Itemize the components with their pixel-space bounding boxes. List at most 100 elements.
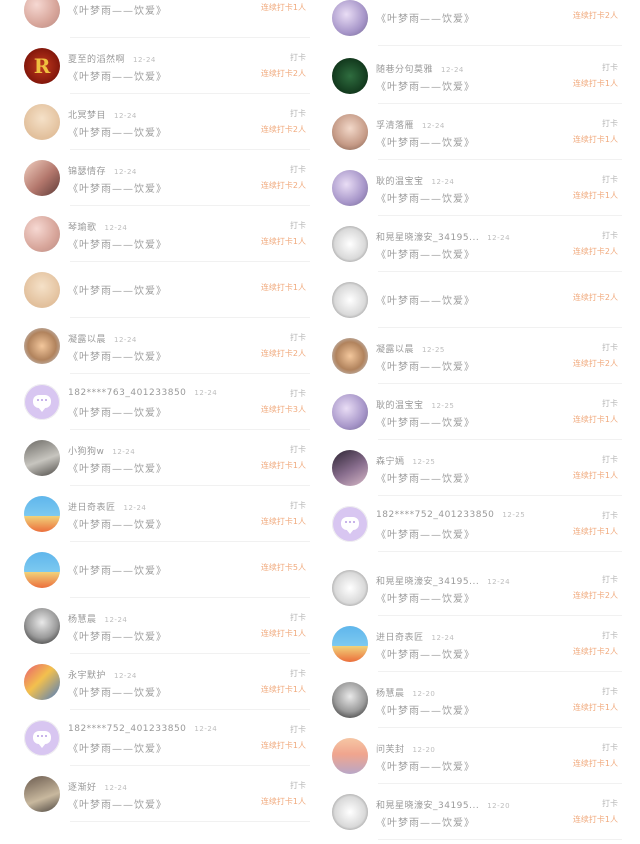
user-name-text: 进日奇表匠 bbox=[68, 503, 116, 513]
checkin-row[interactable]: 和晃星晓濠安_34195... 12-24 打卡 《叶梦雨——饮爱》 连续打卡2人 bbox=[326, 560, 622, 616]
checkin-row[interactable]: 182****763_401233850 12-24 打卡 《叶梦雨——饮爱》 连续打卡… bbox=[18, 374, 310, 430]
chat-bubble-icon[interactable] bbox=[332, 506, 368, 542]
r-logo-icon[interactable]: R bbox=[24, 48, 60, 84]
song-title: 《叶梦雨——饮爱》 bbox=[68, 6, 167, 17]
user-name[interactable]: 森宁嫣 12-25 bbox=[376, 454, 435, 467]
sketch-avatar-icon[interactable] bbox=[332, 794, 368, 830]
user-photo-icon[interactable] bbox=[332, 682, 368, 718]
chat-bubble-icon[interactable] bbox=[24, 720, 60, 756]
streak-count: 连续打卡1人 bbox=[572, 471, 618, 480]
user-photo-icon[interactable] bbox=[24, 776, 60, 812]
sketch-avatar-icon[interactable] bbox=[332, 226, 368, 262]
user-name[interactable]: 和晃星晓濠安_34195... 12-24 bbox=[376, 230, 510, 243]
user-name[interactable]: 随巷分句莫雅 12-24 bbox=[376, 62, 464, 75]
user-name[interactable]: 孚清落雁 12-24 bbox=[376, 118, 445, 131]
check-in-label: 打卡 bbox=[290, 333, 306, 342]
checkin-row[interactable]: 杨慧晨 12-24 打卡 《叶梦雨——饮爱》 连续打卡1人 bbox=[18, 598, 310, 654]
checkin-row[interactable]: 《叶梦雨——饮爱》 连续打卡1人 bbox=[18, 0, 310, 38]
checkin-row[interactable]: 182****752_401233850 12-24 打卡 《叶梦雨——饮爱》 连续打卡… bbox=[18, 710, 310, 766]
user-name[interactable]: 凝露以晨 12-24 bbox=[68, 332, 137, 345]
user-name[interactable]: 和晃星晓濠安_34195... 12-24 bbox=[376, 574, 510, 587]
check-in-label: 打卡 bbox=[290, 445, 306, 454]
song-title: 《叶梦雨——饮爱》 bbox=[68, 352, 167, 363]
sketch-avatar-icon[interactable] bbox=[332, 282, 368, 318]
user-name[interactable]: 夏至的滔然啊 12-24 bbox=[68, 52, 156, 65]
song-title: 《叶梦雨——饮爱》 bbox=[68, 240, 167, 251]
user-name[interactable]: 耿的温宝宝 12-24 bbox=[376, 174, 454, 187]
song-title: 《叶梦雨——饮爱》 bbox=[68, 566, 167, 577]
user-name[interactable]: 182****752_401233850 12-25 bbox=[376, 510, 525, 520]
checkin-row[interactable]: 北冥梦目 12-24 打卡 《叶梦雨——饮爱》 连续打卡2人 bbox=[18, 94, 310, 150]
checkin-date: 12-25 bbox=[422, 346, 445, 354]
checkin-row[interactable]: 耿的温宝宝 12-25 打卡 《叶梦雨——饮爱》 连续打卡1人 bbox=[326, 384, 622, 440]
checkin-row[interactable]: 琴瑜歌 12-24 打卡 《叶梦雨——饮爱》 连续打卡1人 bbox=[18, 206, 310, 262]
checkin-row[interactable]: 《叶梦雨——饮爱》 连续打卡2人 bbox=[326, 272, 622, 328]
checkin-row[interactable]: 182****752_401233850 12-25 打卡 《叶梦雨——饮爱》 连续打卡… bbox=[326, 496, 622, 552]
user-name[interactable]: 永宇默护 12-24 bbox=[68, 668, 137, 681]
user-photo-icon[interactable] bbox=[24, 440, 60, 476]
sunset-avatar-icon[interactable] bbox=[332, 738, 368, 774]
user-photo-icon[interactable] bbox=[24, 0, 60, 28]
chat-bubble-icon[interactable] bbox=[24, 384, 60, 420]
checkin-row[interactable]: 《叶梦雨——饮爱》 连续打卡5人 bbox=[18, 542, 310, 598]
user-name[interactable]: 耿的温宝宝 12-25 bbox=[376, 398, 454, 411]
user-name[interactable]: 进日奇表匠 12-24 bbox=[68, 500, 146, 513]
user-photo-icon[interactable] bbox=[332, 394, 368, 430]
user-name[interactable]: 北冥梦目 12-24 bbox=[68, 108, 137, 121]
streak-count: 连续打卡1人 bbox=[260, 741, 306, 750]
user-name[interactable]: 逐渐好 12-24 bbox=[68, 780, 127, 793]
user-photo-icon[interactable] bbox=[332, 450, 368, 486]
user-photo-icon[interactable] bbox=[332, 0, 368, 36]
user-photo-icon[interactable] bbox=[24, 216, 60, 252]
checkin-row[interactable]: 耿的温宝宝 12-24 打卡 《叶梦雨——饮爱》 连续打卡1人 bbox=[326, 160, 622, 216]
poster-avatar-icon[interactable] bbox=[332, 626, 368, 662]
user-name[interactable]: 小狗狗w 12-24 bbox=[68, 444, 135, 457]
user-photo-icon[interactable] bbox=[24, 160, 60, 196]
song-title: 《叶梦雨——饮爱》 bbox=[68, 184, 167, 195]
user-name[interactable]: 问芙封 12-20 bbox=[376, 742, 435, 755]
checkin-row[interactable]: 逐渐好 12-24 打卡 《叶梦雨——饮爱》 连续打卡1人 bbox=[18, 766, 310, 822]
user-name[interactable]: 和晃星晓濠安_34195... 12-20 bbox=[376, 798, 510, 811]
user-name[interactable]: 182****752_401233850 12-24 bbox=[68, 724, 217, 734]
user-name[interactable]: 锦瑟情存 12-24 bbox=[68, 164, 137, 177]
checkin-row[interactable]: R 夏至的滔然啊 12-24 打卡 《叶梦雨——饮爱》 连续打卡2人 bbox=[18, 38, 310, 94]
checkin-row[interactable]: 问芙封 12-20 打卡 《叶梦雨——饮爱》 连续打卡1人 bbox=[326, 728, 622, 784]
checkin-row[interactable]: 凝露以晨 12-24 打卡 《叶梦雨——饮爱》 连续打卡2人 bbox=[18, 318, 310, 374]
cartoon-avatar-icon[interactable] bbox=[24, 104, 60, 140]
green-logo-icon[interactable] bbox=[332, 58, 368, 94]
user-photo-icon[interactable] bbox=[332, 114, 368, 150]
user-photo-icon[interactable] bbox=[24, 664, 60, 700]
checkin-row[interactable]: 和晃星晓濠安_34195... 12-24 打卡 《叶梦雨——饮爱》 连续打卡2人 bbox=[326, 216, 622, 272]
checkin-row[interactable]: 随巷分句莫雅 12-24 打卡 《叶梦雨——饮爱》 连续打卡1人 bbox=[326, 48, 622, 104]
checkin-row[interactable]: 永宇默护 12-24 打卡 《叶梦雨——饮爱》 连续打卡1人 bbox=[18, 654, 310, 710]
checkin-row[interactable]: 进日奇表匠 12-24 打卡 《叶梦雨——饮爱》 连续打卡1人 bbox=[18, 486, 310, 542]
checkin-row[interactable]: 孚清落雁 12-24 打卡 《叶梦雨——饮爱》 连续打卡1人 bbox=[326, 104, 622, 160]
checkin-row[interactable]: 小狗狗w 12-24 打卡 《叶梦雨——饮爱》 连续打卡1人 bbox=[18, 430, 310, 486]
user-name[interactable]: 182****763_401233850 12-24 bbox=[68, 388, 217, 398]
shell-avatar-icon[interactable] bbox=[332, 338, 368, 374]
checkin-row[interactable]: 锦瑟情存 12-24 打卡 《叶梦雨——饮爱》 连续打卡2人 bbox=[18, 150, 310, 206]
checkin-row[interactable]: 森宁嫣 12-25 打卡 《叶梦雨——饮爱》 连续打卡1人 bbox=[326, 440, 622, 496]
poster-avatar-icon[interactable] bbox=[24, 496, 60, 532]
user-name[interactable]: 琴瑜歌 12-24 bbox=[68, 220, 127, 233]
user-name[interactable]: 杨慧晨 12-24 bbox=[68, 612, 127, 625]
checkin-row[interactable]: 进日奇表匠 12-24 打卡 《叶梦雨——饮爱》 连续打卡2人 bbox=[326, 616, 622, 672]
streak-count: 连续打卡2人 bbox=[260, 69, 306, 78]
streak-count: 连续打卡1人 bbox=[260, 461, 306, 470]
song-title: 《叶梦雨——饮爱》 bbox=[376, 138, 475, 149]
checkin-row[interactable]: 杨慧晨 12-20 打卡 《叶梦雨——饮爱》 连续打卡1人 bbox=[326, 672, 622, 728]
shell-avatar-icon[interactable] bbox=[24, 328, 60, 364]
user-photo-icon[interactable] bbox=[332, 170, 368, 206]
cartoon-avatar-icon[interactable] bbox=[24, 272, 60, 308]
user-name-text: 耿的温宝宝 bbox=[376, 177, 424, 187]
checkin-row[interactable]: 《叶梦雨——饮爱》 连续打卡1人 bbox=[18, 262, 310, 318]
user-photo-icon[interactable] bbox=[24, 608, 60, 644]
checkin-row[interactable]: 和晃星晓濠安_34195... 12-20 打卡 《叶梦雨——饮爱》 连续打卡1人 bbox=[326, 784, 622, 840]
user-name[interactable]: 凝露以晨 12-25 bbox=[376, 342, 445, 355]
checkin-row[interactable]: 凝露以晨 12-25 打卡 《叶梦雨——饮爱》 连续打卡2人 bbox=[326, 328, 622, 384]
poster-avatar-icon[interactable] bbox=[24, 552, 60, 588]
user-name[interactable]: 杨慧晨 12-20 bbox=[376, 686, 435, 699]
checkin-row[interactable]: 《叶梦雨——饮爱》 连续打卡2人 bbox=[326, 0, 622, 46]
sketch-avatar-icon[interactable] bbox=[332, 570, 368, 606]
user-name[interactable]: 进日奇表匠 12-24 bbox=[376, 630, 454, 643]
